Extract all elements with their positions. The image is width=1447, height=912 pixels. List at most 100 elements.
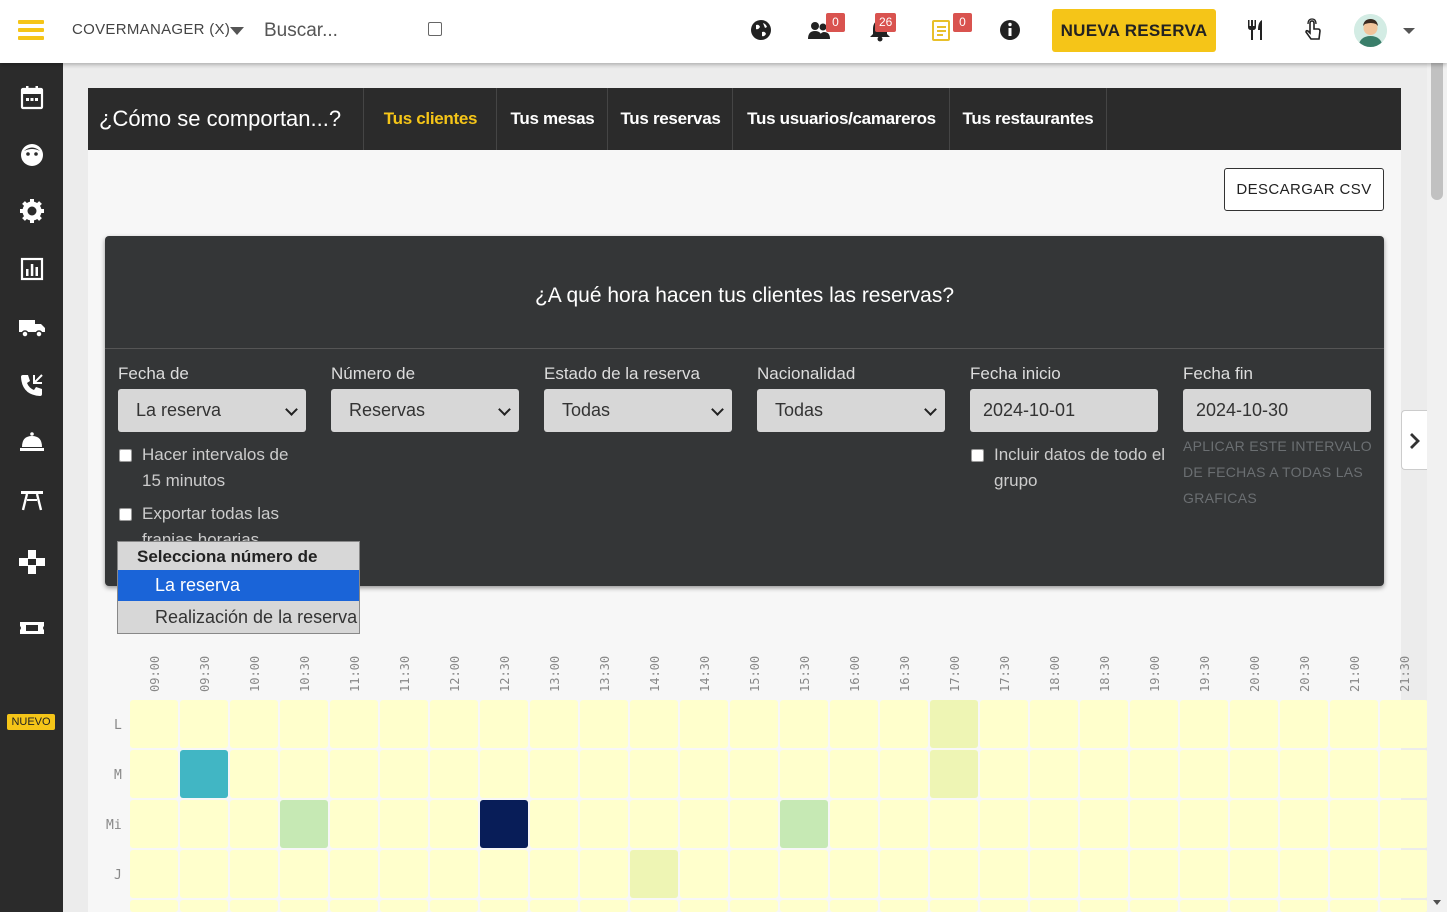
- heatmap-cell[interactable]: [480, 900, 528, 912]
- table-icon[interactable]: [18, 486, 46, 514]
- heatmap-cell[interactable]: [1130, 750, 1178, 798]
- cloche-icon[interactable]: [18, 428, 46, 456]
- heatmap-cell[interactable]: [1230, 900, 1278, 912]
- heatmap-cell[interactable]: [180, 850, 228, 898]
- heatmap-cell[interactable]: [380, 800, 428, 848]
- heatmap-cell[interactable]: [730, 750, 778, 798]
- search-checkbox[interactable]: [428, 22, 442, 36]
- heatmap-cell[interactable]: [330, 900, 378, 912]
- heatmap-cell[interactable]: [480, 800, 528, 848]
- heatmap-cell[interactable]: [530, 850, 578, 898]
- heatmap-cell[interactable]: [780, 800, 828, 848]
- heatmap-cell[interactable]: [930, 850, 978, 898]
- tab-tables[interactable]: Tus mesas: [496, 88, 608, 150]
- heatmap-cell[interactable]: [1130, 850, 1178, 898]
- heatmap-cell[interactable]: [230, 700, 278, 748]
- chart-icon[interactable]: [18, 255, 46, 283]
- heatmap-cell[interactable]: [380, 900, 428, 912]
- chevron-down-icon[interactable]: [230, 27, 244, 35]
- info-icon[interactable]: [997, 17, 1023, 43]
- heatmap-cell[interactable]: [230, 750, 278, 798]
- heatmap-cell[interactable]: [480, 700, 528, 748]
- download-csv-button[interactable]: DESCARGAR CSV: [1224, 168, 1384, 211]
- heatmap-cell[interactable]: [1080, 900, 1128, 912]
- heatmap-cell[interactable]: [1030, 700, 1078, 748]
- heatmap-cell[interactable]: [1280, 750, 1328, 798]
- heatmap-cell[interactable]: [1180, 850, 1228, 898]
- heatmap-cell[interactable]: [580, 850, 628, 898]
- heatmap-cell[interactable]: [1380, 850, 1428, 898]
- heatmap-cell[interactable]: [630, 700, 678, 748]
- heatmap-cell[interactable]: [280, 850, 328, 898]
- heatmap-cell[interactable]: [780, 850, 828, 898]
- heatmap-cell[interactable]: [780, 750, 828, 798]
- expand-panel-button[interactable]: [1401, 410, 1427, 470]
- heatmap-cell[interactable]: [1280, 850, 1328, 898]
- new-reservation-button[interactable]: NUEVA RESERVA: [1052, 9, 1216, 52]
- heatmap-cell[interactable]: [1330, 750, 1378, 798]
- heatmap-cell[interactable]: [580, 750, 628, 798]
- heatmap-cell[interactable]: [230, 900, 278, 912]
- heatmap-cell[interactable]: [730, 900, 778, 912]
- heatmap-cell[interactable]: [1030, 900, 1078, 912]
- heatmap-cell[interactable]: [830, 750, 878, 798]
- heatmap-cell[interactable]: [1380, 800, 1428, 848]
- phone-icon[interactable]: [18, 371, 46, 399]
- brand-selector[interactable]: COVERMANAGER (X): [72, 21, 230, 38]
- option-realizacion[interactable]: Realización de la reserva: [118, 602, 359, 633]
- heatmap-cell[interactable]: [480, 750, 528, 798]
- heatmap-cell[interactable]: [430, 900, 478, 912]
- heatmap-cell[interactable]: [680, 700, 728, 748]
- scrollbar[interactable]: [1427, 0, 1447, 912]
- status-select[interactable]: Todas: [544, 389, 732, 432]
- heatmap-cell[interactable]: [330, 850, 378, 898]
- heatmap-cell[interactable]: [1030, 750, 1078, 798]
- heatmap-cell[interactable]: [880, 900, 928, 912]
- heatmap-cell[interactable]: [530, 700, 578, 748]
- heatmap-cell[interactable]: [830, 700, 878, 748]
- truck-icon[interactable]: [18, 313, 46, 341]
- heatmap-cell[interactable]: [880, 750, 928, 798]
- heatmap-cell[interactable]: [130, 700, 178, 748]
- heatmap-cell[interactable]: [1130, 900, 1178, 912]
- group-checkbox[interactable]: [971, 449, 984, 462]
- heatmap-cell[interactable]: [880, 800, 928, 848]
- heatmap-cell[interactable]: [680, 900, 728, 912]
- number-of-select[interactable]: Reservas: [331, 389, 519, 432]
- heatmap-cell[interactable]: [630, 900, 678, 912]
- heatmap-cell[interactable]: [1130, 700, 1178, 748]
- export-checkbox[interactable]: [119, 508, 132, 521]
- heatmap-cell[interactable]: [680, 850, 728, 898]
- heatmap-cell[interactable]: [1380, 900, 1428, 912]
- heatmap-cell[interactable]: [680, 750, 728, 798]
- heatmap-cell[interactable]: [1080, 850, 1128, 898]
- heatmap-cell[interactable]: [1230, 800, 1278, 848]
- option-la-reserva[interactable]: La reserva: [118, 570, 359, 601]
- heatmap-cell[interactable]: [980, 750, 1028, 798]
- heatmap-cell[interactable]: [330, 800, 378, 848]
- heatmap-cell[interactable]: [1280, 800, 1328, 848]
- heatmap-cell[interactable]: [530, 900, 578, 912]
- heatmap-cell[interactable]: [230, 850, 278, 898]
- heatmap-cell[interactable]: [980, 900, 1028, 912]
- heatmap-cell[interactable]: [1030, 800, 1078, 848]
- heatmap-cell[interactable]: [1180, 800, 1228, 848]
- heatmap-cell[interactable]: [1130, 800, 1178, 848]
- heatmap-cell[interactable]: [180, 900, 228, 912]
- heatmap-cell[interactable]: [780, 900, 828, 912]
- heatmap-cell[interactable]: [280, 900, 328, 912]
- heatmap-cell[interactable]: [830, 900, 878, 912]
- heatmap-cell[interactable]: [930, 900, 978, 912]
- heatmap-cell[interactable]: [330, 700, 378, 748]
- heatmap-cell[interactable]: [1230, 700, 1278, 748]
- heatmap-cell[interactable]: [880, 850, 928, 898]
- heatmap-cell[interactable]: [1380, 700, 1428, 748]
- gear-icon[interactable]: [18, 197, 46, 225]
- heatmap-cell[interactable]: [880, 700, 928, 748]
- heatmap-cell[interactable]: [780, 700, 828, 748]
- heatmap-cell[interactable]: [1380, 750, 1428, 798]
- ticket-icon[interactable]: [18, 614, 46, 642]
- heatmap-cell[interactable]: [1180, 750, 1228, 798]
- heatmap-cell[interactable]: [180, 750, 228, 798]
- calendar-icon[interactable]: [18, 83, 46, 111]
